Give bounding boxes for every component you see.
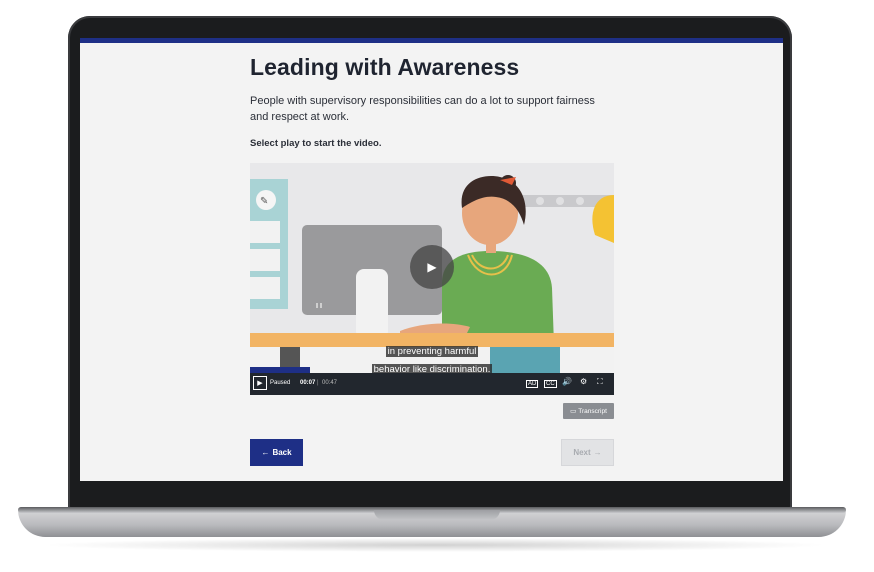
transcript-icon: ▭ bbox=[570, 408, 577, 415]
page-title: Leading with Awareness bbox=[250, 54, 520, 80]
caption-line-1: in preventing harmful bbox=[385, 346, 479, 357]
svg-text:✎: ✎ bbox=[260, 196, 268, 207]
arrow-left-icon: ← bbox=[261, 448, 270, 457]
next-button[interactable]: Next → bbox=[561, 439, 614, 466]
volume-icon[interactable]: 🔊 bbox=[562, 377, 572, 386]
laptop-screen: Leading with Awareness People with super… bbox=[80, 38, 783, 481]
closed-captions-icon[interactable]: CC bbox=[544, 380, 557, 388]
laptop-shadow bbox=[40, 538, 830, 552]
next-label: Next bbox=[573, 448, 591, 457]
fullscreen-icon[interactable]: ⛶ bbox=[597, 377, 603, 387]
current-time: 00:07 bbox=[300, 380, 316, 386]
big-play-button[interactable]: ▶ bbox=[410, 245, 454, 289]
play-icon: ▶ bbox=[257, 380, 263, 387]
transcript-label: Transcript bbox=[578, 407, 607, 415]
intro-text: People with supervisory responsibilities… bbox=[250, 95, 595, 123]
duration: 00:47 bbox=[322, 380, 338, 386]
audio-description-icon[interactable]: AD bbox=[526, 380, 539, 388]
laptop-notch bbox=[374, 510, 500, 520]
playback-state: Paused bbox=[270, 380, 291, 386]
play-icon: ▶ bbox=[427, 260, 437, 274]
back-button[interactable]: ← Back bbox=[250, 439, 303, 466]
arrow-right-icon: → bbox=[593, 448, 602, 457]
back-label: Back bbox=[272, 448, 292, 457]
top-accent-bar bbox=[80, 38, 783, 43]
play-pause-button[interactable]: ▶ bbox=[253, 376, 267, 390]
transcript-button[interactable]: ▭ Transcript bbox=[563, 403, 614, 419]
instruction-text: Select play to start the video. bbox=[250, 138, 382, 149]
time-separator: | bbox=[317, 380, 319, 386]
video-controls: ▶ Paused 00:07 | 00:47 AD CC 🔊 ⚙ ⛶ bbox=[250, 373, 614, 395]
video-player[interactable]: ✎ ▶ in preventing harmful behavior like … bbox=[250, 163, 614, 395]
settings-icon[interactable]: ⚙ bbox=[580, 377, 587, 386]
video-captions: in preventing harmful behavior like disc… bbox=[250, 341, 614, 377]
